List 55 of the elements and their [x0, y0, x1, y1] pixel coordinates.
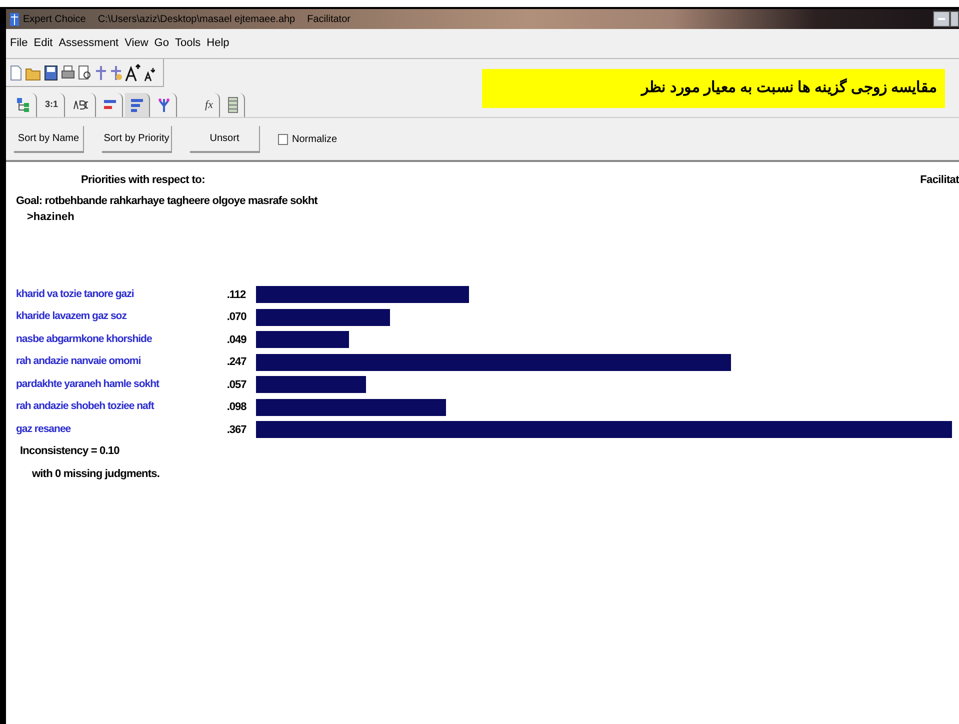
menu-item[interactable]: Help: [206, 35, 230, 52]
menu-item[interactable]: Assessment: [58, 35, 119, 52]
maximize-button[interactable]: [950, 11, 959, 27]
node-icon[interactable]: [95, 64, 107, 80]
menu-item[interactable]: Edit: [34, 35, 53, 52]
priority-value: .057: [226, 378, 248, 392]
ratio-icon: 3:1: [45, 98, 58, 112]
priorities-heading: Priorities with respect to:: [81, 173, 205, 188]
save-icon[interactable]: [44, 64, 58, 80]
alternative-name: gaz resanee: [15, 422, 72, 437]
inconsistency-text: Inconsistency = 0.10: [20, 444, 120, 459]
menu-item[interactable]: Tools: [174, 35, 201, 52]
alternative-name: kharide lavazem gaz soz: [15, 309, 128, 324]
alternative-name: rah andazie nanvaie omomi: [15, 354, 142, 370]
menu-item[interactable]: Go: [154, 35, 169, 52]
sensitivity-icon: [158, 97, 170, 113]
font-larger-icon[interactable]: [125, 64, 141, 82]
sort-button[interactable]: Sort by Priority: [102, 126, 172, 152]
sort-button[interactable]: Sort by Name: [14, 126, 84, 152]
view-tab[interactable]: [125, 93, 150, 117]
facilitator-label: Facilitat: [920, 173, 959, 188]
formula-icon: fx: [205, 96, 213, 114]
new-file-icon[interactable]: [10, 64, 22, 80]
tree-icon: [16, 97, 30, 113]
menu-item[interactable]: View: [124, 35, 148, 52]
alternative-name: kharid va tozie tanore gazi: [15, 286, 135, 302]
banner-label: مقایسه زوجی گزینه ها نسبت به معیار مورد نظر: [482, 68, 945, 108]
node-icon[interactable]: [110, 64, 122, 80]
window-title: Expert Choice: [23, 12, 86, 26]
missing-judgments-text: with 0 missing judgments.: [32, 466, 161, 482]
priority-value: .049: [226, 332, 248, 348]
alternative-name: nasbe abgarmkone khorshide: [15, 332, 153, 347]
minimize-button[interactable]: [933, 11, 950, 27]
print-preview-icon[interactable]: [78, 64, 92, 80]
priority-value: .098: [226, 400, 248, 415]
printer-icon[interactable]: [61, 64, 75, 80]
file-path: C:\Users\aziz\Desktop\masael ejtemaee.ahp: [98, 12, 296, 26]
priority-value: .070: [226, 310, 248, 325]
normalize-label: Normalize: [292, 132, 338, 146]
mode-label: Facilitator: [307, 12, 350, 26]
priority-value: .367: [226, 422, 248, 438]
bars-icon: [131, 98, 144, 112]
abc-icon: [73, 100, 90, 110]
app-icon: [10, 12, 19, 26]
menu-item[interactable]: File: [10, 35, 28, 52]
node-path: >hazineh: [27, 210, 76, 225]
sort-button[interactable]: Unsort: [190, 126, 260, 152]
alternative-name: pardakhte yaraneh hamle sokht: [15, 376, 160, 392]
grid-icon: [228, 97, 238, 113]
bars-icon: [104, 99, 116, 111]
goal-text: Goal: rotbehbande rahkarhaye tagheere olgoye masrafe sokht: [16, 194, 319, 208]
normalize-checkbox[interactable]: [278, 134, 288, 144]
priority-value: .247: [226, 355, 248, 370]
alternative-name: rah andazie shobeh toziee naft: [15, 399, 156, 414]
priority-value: .112: [226, 288, 247, 302]
